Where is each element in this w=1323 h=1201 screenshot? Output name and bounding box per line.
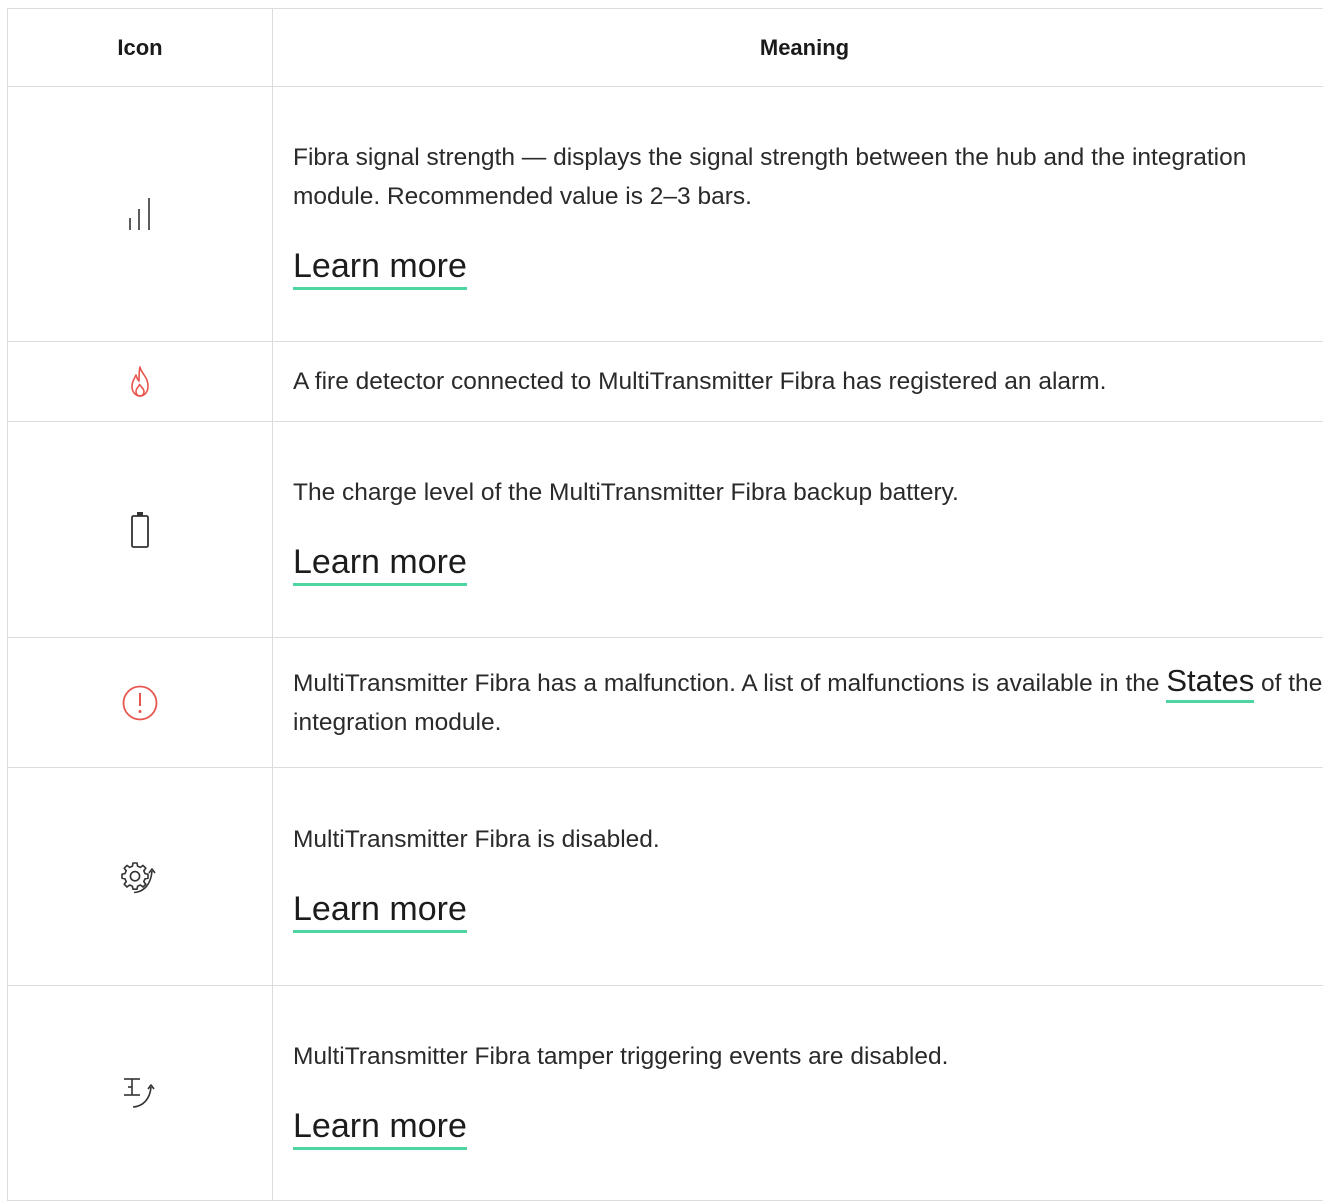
icon-cell: [8, 986, 273, 1201]
states-link[interactable]: States: [1166, 663, 1254, 703]
icon-meaning-table: Icon Meaning Fibra signal strength — dis…: [7, 8, 1323, 1201]
learn-more-link[interactable]: Learn more: [293, 889, 467, 933]
meaning-cell: The charge level of the MultiTransmitter…: [273, 422, 1323, 638]
icon-cell: [8, 87, 273, 342]
icon-column-header: Icon: [8, 9, 273, 87]
row-description: The charge level of the MultiTransmitter…: [293, 473, 1323, 512]
meaning-cell: Fibra signal strength — displays the sig…: [273, 87, 1323, 342]
row-description: MultiTransmitter Fibra tamper triggering…: [293, 1037, 1323, 1076]
row-description: A fire detector connected to MultiTransm…: [293, 362, 1323, 401]
row-description: MultiTransmitter Fibra is disabled.: [293, 820, 1323, 859]
table-row: MultiTransmitter Fibra has a malfunction…: [8, 638, 1323, 768]
table-row: MultiTransmitter Fibra tamper triggering…: [8, 986, 1323, 1201]
meaning-column-header: Meaning: [273, 9, 1323, 87]
icon-cell: [8, 342, 273, 422]
icon-cell: [8, 768, 273, 986]
icon-cell: [8, 638, 273, 768]
table-row: Fibra signal strength — displays the sig…: [8, 87, 1323, 342]
table-row: The charge level of the MultiTransmitter…: [8, 422, 1323, 638]
meaning-cell: MultiTransmitter Fibra tamper triggering…: [273, 986, 1323, 1201]
table-header-row: Icon Meaning: [8, 9, 1323, 87]
learn-more-link[interactable]: Learn more: [293, 1106, 467, 1150]
learn-more-link[interactable]: Learn more: [293, 542, 467, 586]
malfunction-icon: [121, 694, 159, 711]
battery-icon: [130, 521, 150, 538]
meaning-cell: A fire detector connected to MultiTransm…: [273, 342, 1323, 422]
device-disabled-icon: [120, 868, 160, 885]
signal-strength-icon: [127, 205, 153, 222]
table-row: MultiTransmitter Fibra is disabled. Lear…: [8, 768, 1323, 986]
fire-icon: [128, 373, 152, 390]
meaning-cell: MultiTransmitter Fibra has a malfunction…: [273, 638, 1323, 768]
table-row: A fire detector connected to MultiTransm…: [8, 342, 1323, 422]
row-description: MultiTransmitter Fibra has a malfunction…: [293, 670, 1160, 697]
tamper-disabled-icon: [120, 1084, 160, 1101]
icon-cell: [8, 422, 273, 638]
learn-more-link[interactable]: Learn more: [293, 246, 467, 290]
row-description: Fibra signal strength — displays the sig…: [293, 138, 1323, 216]
meaning-cell: MultiTransmitter Fibra is disabled. Lear…: [273, 768, 1323, 986]
